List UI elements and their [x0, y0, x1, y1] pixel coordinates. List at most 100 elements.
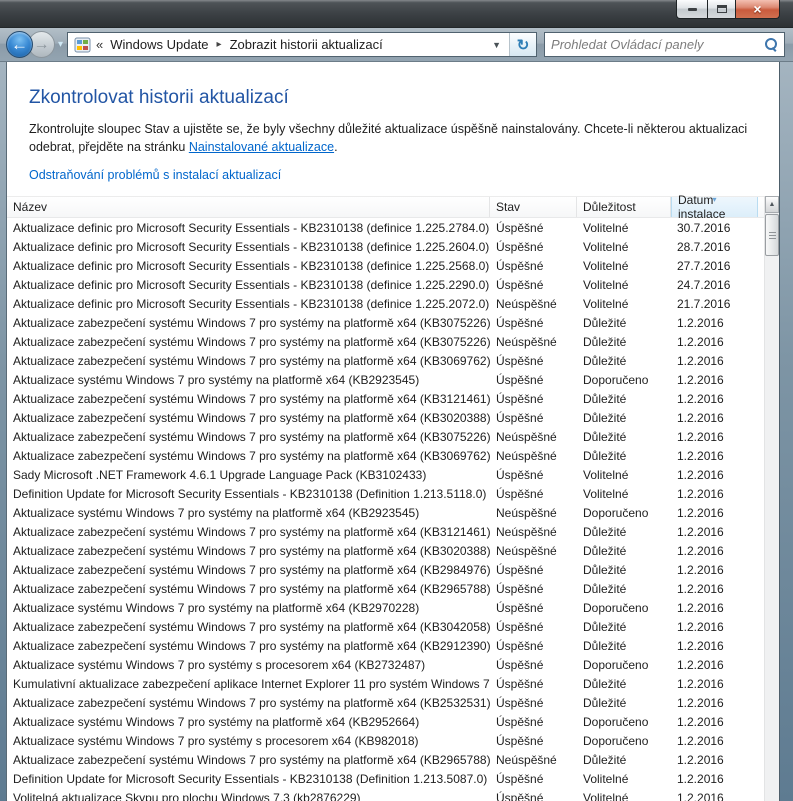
column-header-name[interactable]: Název	[7, 197, 490, 217]
table-row[interactable]: Aktualizace zabezpečení systému Windows …	[7, 389, 764, 408]
table-row[interactable]: Aktualizace zabezpečení systému Windows …	[7, 351, 764, 370]
recent-pages-chevron-icon[interactable]: ▾	[58, 39, 63, 50]
cell-name: Aktualizace zabezpečení systému Windows …	[13, 391, 490, 406]
table-row[interactable]: Aktualizace zabezpečení systému Windows …	[7, 522, 764, 541]
title-bar: ×	[0, 0, 793, 28]
table-row[interactable]: Aktualizace zabezpečení systému Windows …	[7, 332, 764, 351]
refresh-icon: ↻	[516, 36, 530, 54]
cell-date: 1.2.2016	[677, 505, 724, 520]
table-row[interactable]: Aktualizace zabezpečení systému Windows …	[7, 427, 764, 446]
address-dropdown-icon[interactable]: ▼	[488, 40, 505, 50]
description-period: .	[334, 140, 338, 154]
table-row[interactable]: Aktualizace zabezpečení systému Windows …	[7, 313, 764, 332]
scroll-up-button[interactable]: ▲	[765, 196, 779, 213]
cell-importance: Důležité	[583, 619, 627, 634]
table-row[interactable]: Aktualizace definic pro Microsoft Securi…	[7, 294, 764, 313]
cell-date: 1.2.2016	[677, 771, 724, 786]
table-row[interactable]: Sady Microsoft .NET Framework 4.6.1 Upgr…	[7, 465, 764, 484]
column-header-importance[interactable]: Důležitost	[577, 197, 671, 217]
table-row[interactable]: Aktualizace systému Windows 7 pro systém…	[7, 655, 764, 674]
table-row[interactable]: Definition Update for Microsoft Security…	[7, 769, 764, 788]
table-row[interactable]: Aktualizace definic pro Microsoft Securi…	[7, 218, 764, 237]
table-row[interactable]: Aktualizace definic pro Microsoft Securi…	[7, 237, 764, 256]
cell-status: Neúspěšné	[496, 334, 557, 349]
cell-status: Úspěšné	[496, 239, 544, 254]
vertical-scrollbar[interactable]: ▲	[764, 196, 779, 801]
table-row[interactable]: Definition Update for Microsoft Security…	[7, 484, 764, 503]
troubleshoot-link[interactable]: Odstraňování problémů s instalací aktual…	[29, 168, 281, 182]
table-row[interactable]: Aktualizace systému Windows 7 pro systém…	[7, 503, 764, 522]
cell-status: Úspěšné	[496, 353, 544, 368]
maximize-button[interactable]	[707, 0, 736, 19]
table-row[interactable]: Kumulativní aktualizace zabezpečení apli…	[7, 674, 764, 693]
table-row[interactable]: Volitelná aktualizace Skypu pro plochu W…	[7, 788, 764, 801]
table-row[interactable]: Aktualizace systému Windows 7 pro systém…	[7, 598, 764, 617]
cell-name: Aktualizace zabezpečení systému Windows …	[13, 429, 490, 444]
cell-name: Aktualizace zabezpečení systému Windows …	[13, 562, 490, 577]
search-input[interactable]	[551, 37, 760, 52]
cell-name: Aktualizace zabezpečení systému Windows …	[13, 524, 490, 539]
address-bar[interactable]: « Windows Update ▸ Zobrazit historii akt…	[68, 33, 510, 56]
cell-name: Aktualizace zabezpečení systému Windows …	[13, 752, 490, 767]
cell-date: 1.2.2016	[677, 372, 724, 387]
cell-importance: Doporučeno	[583, 714, 649, 729]
table-row[interactable]: Aktualizace systému Windows 7 pro systém…	[7, 712, 764, 731]
scrollbar-thumb[interactable]	[765, 214, 779, 256]
table-header-row: Název Stav Důležitost ▾ Datum instalace	[7, 193, 764, 221]
cell-date: 24.7.2016	[677, 277, 731, 292]
table-row[interactable]: Aktualizace systému Windows 7 pro systém…	[7, 731, 764, 750]
navigation-bar: ← → ▾ « Windows Update ▸ Zobrazit histor…	[0, 28, 793, 62]
column-header-install-date[interactable]: ▾ Datum instalace	[671, 193, 758, 221]
breadcrumb-item-update-history[interactable]: Zobrazit historii aktualizací	[230, 37, 383, 52]
close-button[interactable]: ×	[736, 0, 780, 19]
refresh-button[interactable]: ↻	[509, 33, 537, 56]
cell-date: 30.7.2016	[677, 220, 731, 235]
cell-status: Neúspěšné	[496, 429, 557, 444]
cell-status: Neúspěšné	[496, 543, 557, 558]
cell-date: 28.7.2016	[677, 239, 731, 254]
table-row[interactable]: Aktualizace zabezpečení systému Windows …	[7, 446, 764, 465]
cell-date: 1.2.2016	[677, 714, 724, 729]
search-box	[544, 32, 785, 57]
table-body: Aktualizace definic pro Microsoft Securi…	[7, 218, 764, 801]
cell-importance: Volitelné	[583, 220, 629, 235]
table-row[interactable]: Aktualizace zabezpečení systému Windows …	[7, 560, 764, 579]
cell-status: Úspěšné	[496, 220, 544, 235]
table-row[interactable]: Aktualizace zabezpečení systému Windows …	[7, 579, 764, 598]
cell-date: 1.2.2016	[677, 752, 724, 767]
cell-importance: Volitelné	[583, 296, 629, 311]
cell-name: Aktualizace definic pro Microsoft Securi…	[13, 220, 490, 235]
cell-status: Úspěšné	[496, 562, 544, 577]
cell-name: Aktualizace systému Windows 7 pro systém…	[13, 372, 420, 387]
cell-date: 1.2.2016	[677, 581, 724, 596]
minimize-icon	[687, 7, 697, 11]
cell-name: Aktualizace zabezpečení systému Windows …	[13, 695, 490, 710]
cell-date: 1.2.2016	[677, 790, 724, 801]
window-frame-right	[779, 62, 793, 801]
breadcrumb-separator-icon[interactable]: ▸	[217, 39, 222, 50]
cell-importance: Důležité	[583, 524, 627, 539]
table-row[interactable]: Aktualizace systému Windows 7 pro systém…	[7, 370, 764, 389]
back-button[interactable]: ←	[6, 31, 33, 58]
breadcrumb-overflow-icon[interactable]: «	[96, 37, 103, 52]
cell-status: Úspěšné	[496, 733, 544, 748]
table-row[interactable]: Aktualizace zabezpečení systému Windows …	[7, 408, 764, 427]
table-row[interactable]: Aktualizace definic pro Microsoft Securi…	[7, 256, 764, 275]
cell-status: Úspěšné	[496, 619, 544, 634]
breadcrumb-item-windows-update[interactable]: Windows Update	[110, 37, 208, 52]
table-row[interactable]: Aktualizace zabezpečení systému Windows …	[7, 541, 764, 560]
cell-status: Úspěšné	[496, 676, 544, 691]
column-header-status[interactable]: Stav	[490, 197, 577, 217]
cell-name: Aktualizace zabezpečení systému Windows …	[13, 353, 490, 368]
table-row[interactable]: Aktualizace zabezpečení systému Windows …	[7, 636, 764, 655]
cell-name: Sady Microsoft .NET Framework 4.6.1 Upgr…	[13, 467, 427, 482]
table-row[interactable]: Aktualizace definic pro Microsoft Securi…	[7, 275, 764, 294]
installed-updates-link[interactable]: Nainstalované aktualizace	[189, 140, 334, 154]
table-row[interactable]: Aktualizace zabezpečení systému Windows …	[7, 617, 764, 636]
minimize-button[interactable]	[676, 0, 707, 19]
cell-name: Aktualizace zabezpečení systému Windows …	[13, 448, 490, 463]
table-row[interactable]: Aktualizace zabezpečení systému Windows …	[7, 693, 764, 712]
table-row[interactable]: Aktualizace zabezpečení systému Windows …	[7, 750, 764, 769]
search-icon[interactable]	[764, 37, 778, 52]
cell-importance: Doporučeno	[583, 600, 649, 615]
